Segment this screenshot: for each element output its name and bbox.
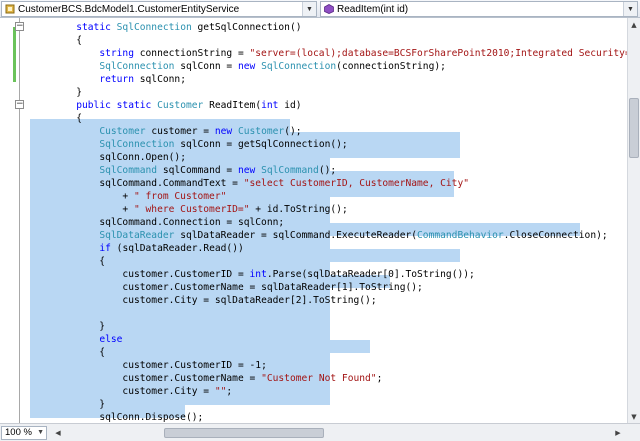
code-editor[interactable]: − − static SqlConnection getSqlConnectio… (0, 18, 627, 423)
code-line[interactable]: { (30, 112, 82, 125)
horizontal-scroll-thumb[interactable] (164, 428, 324, 438)
method-icon (324, 4, 334, 14)
changed-lines-marker (13, 27, 16, 82)
outline-rail (19, 18, 20, 423)
code-line[interactable]: else (30, 333, 122, 346)
code-line[interactable]: { (30, 34, 82, 47)
zoom-value: 100 % (5, 427, 32, 438)
code-line[interactable]: { (30, 346, 105, 359)
class-icon (5, 4, 15, 14)
code-line[interactable]: + " from Customer" (30, 190, 226, 203)
code-line[interactable]: customer.CustomerID = int.Parse(sqlDataR… (30, 268, 474, 281)
code-line[interactable]: return sqlConn; (30, 73, 186, 86)
code-line[interactable]: customer.CustomerName = sqlDataReader[1]… (30, 281, 422, 294)
code-line[interactable]: } (30, 320, 105, 333)
horizontal-scrollbar[interactable]: ◀ ▶ (52, 427, 624, 439)
code-line[interactable]: public static Customer ReadItem(int id) (30, 99, 301, 112)
member-dropdown-label: ReadItem(int id) (337, 3, 409, 15)
code-line[interactable]: SqlConnection sqlConn = new SqlConnectio… (30, 60, 446, 73)
code-line[interactable]: } (30, 398, 105, 411)
code-line[interactable]: customer.CustomerID = -1; (30, 359, 266, 372)
type-dropdown-label: CustomerBCS.BdcModel1.CustomerEntityServ… (18, 3, 240, 15)
chevron-down-icon[interactable]: ▼ (302, 2, 316, 16)
selection-highlight (330, 132, 460, 158)
code-line[interactable]: if (sqlDataReader.Read()) (30, 242, 243, 255)
code-line[interactable]: sqlCommand.CommandText = "select Custome… (30, 177, 469, 190)
scroll-down-icon[interactable]: ▼ (628, 410, 640, 423)
code-line[interactable]: string connectionString = "server=(local… (30, 47, 627, 60)
code-line[interactable]: Customer customer = new Customer(); (30, 125, 301, 138)
scroll-right-icon[interactable]: ▶ (612, 427, 624, 439)
vertical-scrollbar[interactable]: ▲ ▼ (627, 18, 640, 423)
type-dropdown[interactable]: CustomerBCS.BdcModel1.CustomerEntityServ… (1, 1, 317, 17)
selection-highlight (330, 340, 370, 353)
code-line[interactable]: SqlConnection sqlConn = getSqlConnection… (30, 138, 347, 151)
code-line[interactable]: customer.City = sqlDataReader[2].ToStrin… (30, 294, 376, 307)
scroll-left-icon[interactable]: ◀ (52, 427, 64, 439)
chevron-down-icon[interactable]: ▼ (37, 427, 44, 439)
collapse-icon[interactable]: − (15, 100, 24, 109)
editor-bottom-bar: 100 % ▼ ◀ ▶ (0, 423, 640, 441)
code-line[interactable]: customer.CustomerName = "Customer Not Fo… (30, 372, 382, 385)
scroll-up-icon[interactable]: ▲ (628, 18, 640, 31)
code-line[interactable]: SqlCommand sqlCommand = new SqlCommand()… (30, 164, 336, 177)
code-line[interactable]: { (30, 255, 105, 268)
code-line[interactable]: sqlConn.Dispose(); (30, 411, 203, 423)
chevron-down-icon[interactable]: ▼ (623, 2, 637, 16)
code-line[interactable]: + " where CustomerID=" + id.ToString(); (30, 203, 347, 216)
zoom-dropdown[interactable]: 100 % ▼ (1, 426, 47, 440)
code-line[interactable]: sqlCommand.Connection = sqlConn; (30, 216, 284, 229)
code-line[interactable]: } (30, 86, 82, 99)
code-line[interactable]: static SqlConnection getSqlConnection() (30, 21, 301, 34)
vertical-scroll-thumb[interactable] (629, 98, 639, 158)
collapse-icon[interactable]: − (15, 22, 24, 31)
code-line[interactable]: sqlConn.Open(); (30, 151, 186, 164)
member-dropdown[interactable]: ReadItem(int id) ▼ (320, 1, 638, 17)
code-navigation-bar: CustomerBCS.BdcModel1.CustomerEntityServ… (0, 0, 640, 18)
code-line[interactable]: SqlDataReader sqlDataReader = sqlCommand… (30, 229, 607, 242)
code-line[interactable]: customer.City = ""; (30, 385, 232, 398)
selection-highlight (330, 249, 460, 262)
